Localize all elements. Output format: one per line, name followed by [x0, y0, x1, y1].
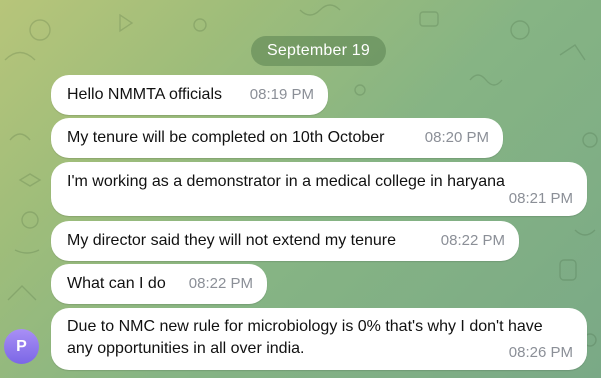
message-bubble[interactable]: My tenure will be completed on 10th Octo… — [51, 118, 503, 158]
message-bubble[interactable]: I'm working as a demonstrator in a medic… — [51, 162, 587, 216]
avatar-letter: P — [16, 338, 27, 355]
message-text: My director said they will not extend my… — [67, 232, 397, 249]
message-text: What can I do — [67, 275, 166, 292]
message-text: My tenure will be completed on 10th Octo… — [67, 129, 385, 146]
message-timestamp: 08:22 PM — [188, 275, 253, 292]
message-timestamp: 08:19 PM — [249, 86, 314, 103]
sender-avatar[interactable]: P — [4, 329, 39, 364]
message-timestamp: 08:26 PM — [508, 344, 573, 361]
message-bubble[interactable]: Hello NMMTA officials 08:19 PM — [51, 75, 328, 115]
message-text: Due to NMC new rule for microbiology is … — [67, 318, 543, 357]
message-timestamp: 08:21 PM — [508, 190, 573, 207]
message-bubble[interactable]: Due to NMC new rule for microbiology is … — [51, 308, 587, 370]
message-bubble[interactable]: What can I do 08:22 PM — [51, 264, 267, 304]
message-bubble[interactable]: My director said they will not extend my… — [51, 221, 519, 261]
message-timestamp: 08:22 PM — [440, 232, 505, 249]
date-label: September 19 — [267, 42, 370, 59]
message-timestamp: 08:20 PM — [424, 129, 489, 146]
message-text: I'm working as a demonstrator in a medic… — [67, 173, 505, 190]
message-text: Hello NMMTA officials — [67, 86, 222, 103]
date-separator: September 19 — [251, 36, 386, 66]
